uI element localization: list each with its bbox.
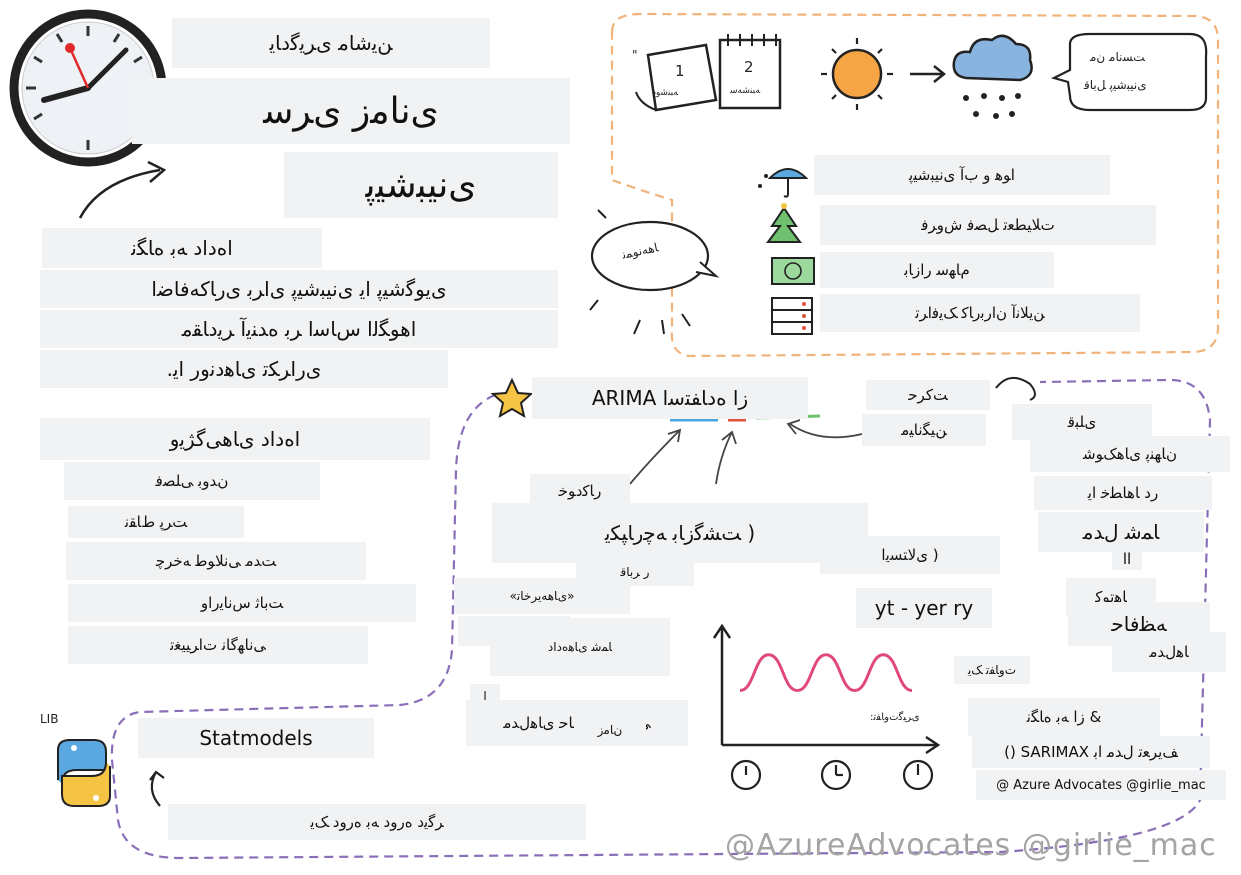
- credits: @AzureAdvocates @girlie_mac: [725, 828, 1217, 863]
- arima-ma: ﯼﻟﺎﺘﺴﯾﺍ ): [820, 536, 1000, 574]
- arima-row: ﺎﻤﺷ ﯼﺎﻫﻩﺩﺍﺩ: [490, 618, 670, 676]
- chart-series-line: [739, 653, 913, 693]
- feature-item: ﺖﺪﻣ ﯽﻧﻼﻮﻃ ﻪﺧﺮﭼ: [66, 542, 366, 580]
- arima-title: ARIMA ﺯﺍ ﻩﺩﺎﻔﺘﺳﺍ: [532, 377, 808, 419]
- right-item: ﺭﺩ ﺎﻫﺎﻄﺧ ﺍﯾ: [1034, 476, 1212, 510]
- example-item-traffic: ﻦﯾﻼﻧﺁ ﻥﺍﺭﺑﺭﺎﮐ ﮏﯾﻓﺍﺮﺗ: [820, 294, 1140, 332]
- title-line-3: ﯼﻧﯿﺒﺷﯿﭘ: [284, 152, 558, 218]
- feature-item: ﺖﺑﺎﺛ ﺱﻧﺎﯾﺭﺍﻭ: [68, 584, 416, 622]
- right-item: ﺍﺍ: [1112, 548, 1142, 570]
- arima-regression: ﺖﺸﮔﺯﺎﺑ ﻪﭼﺭﺎﭙﮑﯾ ): [492, 503, 868, 563]
- example-item-weather: ﺍﻮﻫ ﻭ ﺏﺁ ﯼﻧﯿﺒﺷﯿﭘ: [814, 155, 1110, 195]
- calendar-label-2: ﻪﺒﻨﺷﻪﺳ: [730, 86, 761, 96]
- feature-item: ﯽﻧﺎﻬﮔﺎﻧ ﺕﺍﺮﯿﯿﻐﺗ: [68, 626, 368, 664]
- calendar-day-1: 1: [675, 62, 685, 80]
- speech-line-1: ﺖﺴﻧﺎﻣ ﻥﻣ: [1090, 50, 1145, 64]
- feature-item: ﻥﺪﻭﺑ ﯽﻠﺼﻓ: [64, 462, 320, 500]
- right-item: ﺎﻫﻝﺪﻣ: [1112, 632, 1226, 672]
- example-item-holiday: ﺕﻼﯿﻄﻌﺗ ﻞﺼﻓ ﺵﻭﺮﻓ: [820, 205, 1156, 245]
- chart-note: :ﯼﺮﯿﮔﺕﻭﺎﻔﺗ: [870, 712, 920, 723]
- features-heading: ﺍﻩﺩﺍﺩ ﯼﺎﻫﯽﮔﮋﯾﻭ: [40, 418, 430, 460]
- library-tag: LIB: [40, 712, 59, 726]
- right-item: ﺎﻤﺷ ﻝﺪﻣ: [1038, 512, 1204, 552]
- speech-line-2: ﯼﻧﯿﺒﺷﯿﭘ ﻞﺑﺎﻗ: [1084, 78, 1147, 92]
- title-line-1: ﻦﯾﺷﺎﻣ ﯼﺮﯾﮔﺩﺎﯾ: [172, 18, 490, 68]
- intro-line-4: .ﯼﺭﺍﺮﮑﺗ ﯼﺎﻫﺩﻧﻭﺭ ﺍﯾ: [40, 350, 448, 388]
- intro-line-3: ﺍﻫﻮﮕﻟﺍ ﺱﺎﺳﺍ ﺮﺑ ﻩﺪﻨﯾﺁ ﺮﯾﺩﺎﻘﻣ: [40, 310, 558, 348]
- calendar-label-1: ﻪﺒﻨﺷﻭﺩ: [652, 88, 679, 98]
- arima-row: ﻥﺎﻣﺯ: [574, 716, 646, 744]
- right-footer-1: ﺯﺍ ﻪﺑ ﻩﺎﮕﻧ &: [968, 698, 1160, 736]
- arima-moving-2: ﻦﯿﮕﻧﺎﯿﻣ: [862, 414, 986, 446]
- right-item: ﻥﺎﻬﻨﭘ ﯼﺎﻫﮏﻮﺷ: [1030, 436, 1230, 472]
- calendar-note: ": [632, 48, 638, 62]
- right-diff: ﺕﻭﺎﻔﺗ ﮏﯾ: [954, 656, 1030, 684]
- intro-line-1: ﺍﻩﺩﺍﺩ ﻪﺑ ﻩﺎﮕﻧ: [42, 228, 322, 268]
- calendar-day-2: 2: [744, 58, 754, 76]
- right-footer-2: () SARIMAX ﻒﯾﺮﻌﺗ ﻝﺪﻣ ﺍﺑ: [972, 736, 1210, 768]
- arima-formula: yt - yer ry: [856, 588, 992, 628]
- right-item: ﯼﻠﺒﻗ: [1012, 404, 1152, 440]
- arima-moving: ﺖﮐﺮﺣ: [866, 380, 990, 410]
- library-note: ﺮﮔﯾﺩ ﻩﺭﻭﺩ ﻪﺑ ﻩﺭﻭﺩ ﮏﯾ: [168, 804, 586, 840]
- title-line-2: ﯼﻧﺎﻣﺯ ﯼﺮﺳ: [132, 78, 570, 144]
- arima-row: «ﯼﺎﻫﻪﯾﺮﺧﺎﺗ»: [454, 578, 630, 614]
- intro-line-2: ﯼﯾﻮﮔﺷﯿﭘ ﺍﯾ ﯼﻧﯿﺒﺷﯿﭘ ﯼﺍﺮﺑ ﯼﺭﺎﮐﻪﻓﺎﺿﺍ: [40, 270, 558, 308]
- right-footer-3: @ Azure Advocates @girlie_mac: [976, 770, 1226, 800]
- library-name: Statmodels: [138, 718, 374, 758]
- feature-item: ﺖﺮﭘ ﻁﺎﻘﻧ: [68, 506, 244, 538]
- example-item-stocks: ﻡﺎﻬﺳ ﺭﺍﺯﺎﺑ: [820, 252, 1054, 288]
